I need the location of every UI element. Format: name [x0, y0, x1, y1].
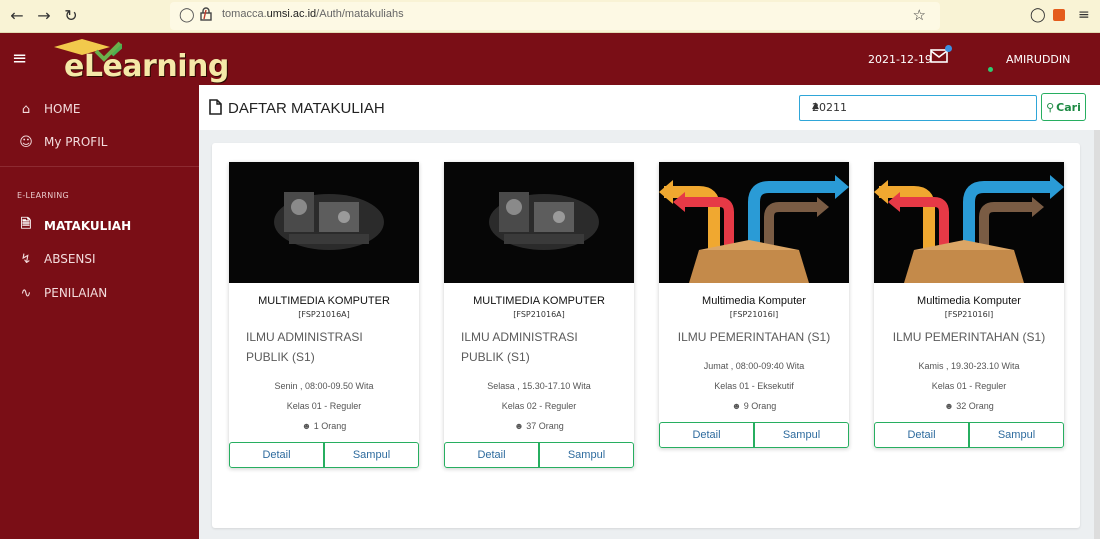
elearning-logo[interactable]: eLearning [40, 37, 229, 84]
sidebar-item-label: HOME [44, 102, 81, 116]
select-arrows-icon: ▲ [812, 101, 819, 111]
sidebar-item-absensi[interactable]: ↯ ABSENSI [17, 249, 96, 269]
cover-button[interactable]: Sampul [324, 442, 419, 468]
forward-icon[interactable]: → [33, 5, 55, 27]
course-code: [FSP21016I] [944, 310, 994, 319]
users-icon: ☻ [731, 401, 742, 411]
sidebar-item-home[interactable]: ⌂ HOME [17, 99, 81, 119]
course-class: Kelas 02 - Reguler [501, 401, 577, 411]
app-topbar: ≡ eLearning 2021-12-19 AMIRUDDIN [0, 33, 1100, 85]
detail-button[interactable]: Detail [229, 442, 324, 468]
bolt-icon: ↯ [20, 251, 32, 267]
course-class: Kelas 01 - Reguler [286, 401, 362, 411]
course-class: Kelas 01 - Eksekutif [714, 381, 794, 391]
course-card: MULTIMEDIA KOMPUTER [FSP21016A] ILMU ADM… [229, 162, 419, 468]
current-date: 2021-12-19 [868, 53, 932, 66]
menu-icon[interactable]: ≡ [1078, 7, 1090, 23]
course-name: MULTIMEDIA KOMPUTER [473, 295, 605, 307]
sidebar-item-profil[interactable]: ☺ My PROFIL [17, 132, 107, 152]
sidebar-divider [0, 166, 199, 167]
course-card: MULTIMEDIA KOMPUTER [FSP21016A] ILMU ADM… [444, 162, 634, 468]
online-status-dot [988, 67, 993, 72]
users-icon: ☻ [944, 401, 954, 411]
student-count: ☻ 9 Orang [731, 401, 777, 411]
sidebar-item-label: ABSENSI [44, 252, 96, 266]
course-schedule: Senin , 08:00-09.50 Wita [274, 381, 374, 391]
course-code: [FSP21016I] [729, 310, 779, 319]
extension-icon[interactable] [1053, 9, 1065, 21]
sidebar-section-heading: E-LEARNING [17, 191, 70, 200]
sidebar-item-label: PENILAIAN [44, 286, 108, 300]
search-icon: ⚲ [1046, 100, 1055, 114]
lock-icon[interactable] [200, 7, 212, 21]
course-code: [FSP21016A] [298, 310, 350, 319]
home-icon: ⌂ [21, 101, 31, 117]
student-count: ☻ 32 Orang [944, 401, 994, 411]
cover-button[interactable]: Sampul [754, 422, 849, 448]
sidebar-item-penilaian[interactable]: ∿ PENILAIAN [17, 283, 108, 303]
sidebar-item-label: MATAKULIAH [44, 219, 132, 233]
course-code: [FSP21016A] [513, 310, 565, 319]
address-bar[interactable]: ◯ tomacca.umsi.ac.id/Auth/matakuliahs ☆ [170, 2, 940, 30]
study-program: ILMU ADMINISTRASI PUBLIK (S1) [246, 330, 363, 364]
detail-button[interactable]: Detail [659, 422, 754, 448]
course-schedule: Kamis , 19.30-23.10 Wita [918, 361, 1020, 371]
cover-button[interactable]: Sampul [539, 442, 634, 468]
sidebar: ⌂ HOME ☺ My PROFIL E-LEARNING 🗎 MATAKULI… [0, 85, 199, 539]
course-class: Kelas 01 - Reguler [931, 381, 1007, 391]
study-program: ILMU PEMERINTAHAN (S1) [892, 330, 1046, 344]
page-title: DAFTAR MATAKULIAH [228, 100, 385, 117]
course-image-robot [229, 162, 419, 283]
sidebar-item-label: My PROFIL [44, 135, 108, 149]
search-button[interactable]: ⚲ Cari [1041, 93, 1086, 121]
activity-icon: ∿ [20, 285, 32, 301]
course-list-panel: MULTIMEDIA KOMPUTER [FSP21016A] ILMU ADM… [212, 143, 1080, 528]
detail-button[interactable]: Detail [444, 442, 539, 468]
pocket-icon[interactable]: ◯ [1030, 7, 1046, 23]
user-icon: ☺ [19, 134, 33, 150]
username[interactable]: AMIRUDDIN [1006, 53, 1070, 66]
student-count: ☻ 37 Orang [514, 421, 564, 431]
users-icon: ☻ [514, 421, 524, 431]
course-card: Multimedia Komputer [FSP21016I] ILMU PEM… [659, 162, 849, 448]
browser-toolbar: ← → ↻ ◯ tomacca.umsi.ac.id/Auth/matakuli… [0, 0, 1100, 33]
course-name: Multimedia Komputer [702, 295, 806, 307]
url-text: tomacca.umsi.ac.id/Auth/matakuliahs [222, 8, 404, 20]
sidebar-item-matakuliah[interactable]: 🗎 MATAKULIAH [17, 216, 131, 236]
file-icon [209, 99, 222, 115]
shield-icon[interactable]: ◯ [179, 7, 195, 23]
course-image-robot [444, 162, 634, 283]
file-icon: 🗎 [20, 217, 32, 232]
hamburger-menu-icon[interactable]: ≡ [12, 48, 27, 69]
users-icon: ☻ [301, 421, 312, 431]
search-button-label: Cari [1056, 100, 1081, 114]
course-name: MULTIMEDIA KOMPUTER [258, 295, 390, 307]
course-schedule: Jumat , 08:00-09:40 Wita [703, 361, 805, 371]
course-image-box-arrows [659, 162, 849, 283]
semester-select[interactable]: 20211 ▲ [799, 95, 1037, 121]
course-schedule: Selasa , 15.30-17.10 Wita [487, 381, 591, 391]
page-header: DAFTAR MATAKULIAH 20211 ▲ ⚲ Cari [199, 85, 1100, 130]
logo-text: eLearning [64, 49, 229, 84]
reload-icon[interactable]: ↻ [60, 5, 82, 27]
detail-button[interactable]: Detail [874, 422, 969, 448]
study-program: ILMU ADMINISTRASI PUBLIK (S1) [461, 330, 578, 364]
student-count: ☻ 1 Orang [301, 421, 347, 431]
study-program: ILMU PEMERINTAHAN (S1) [677, 330, 831, 344]
bookmark-star-icon[interactable]: ☆ [913, 6, 926, 24]
course-card: Multimedia Komputer [FSP21016I] ILMU PEM… [874, 162, 1064, 448]
course-image-box-arrows [874, 162, 1064, 283]
back-icon[interactable]: ← [6, 5, 28, 27]
notification-dot [945, 45, 952, 52]
course-name: Multimedia Komputer [917, 295, 1021, 307]
cover-button[interactable]: Sampul [969, 422, 1064, 448]
